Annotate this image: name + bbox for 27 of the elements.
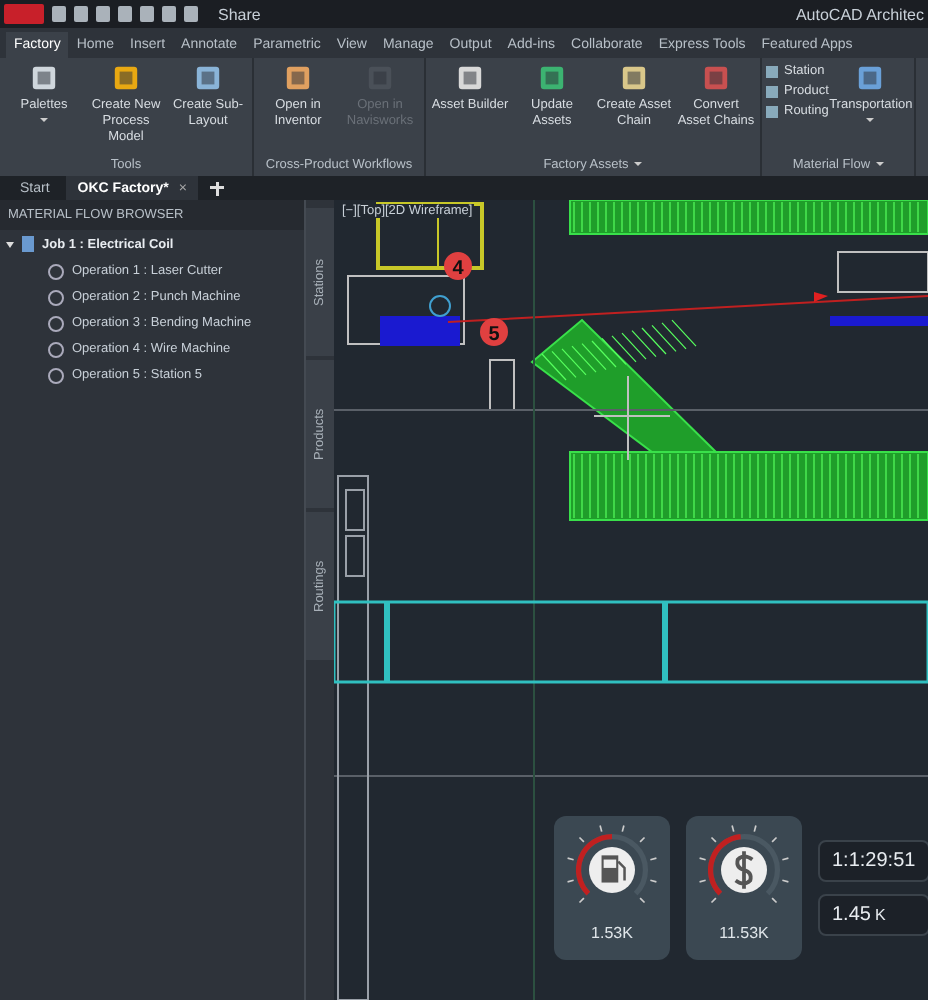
tool-icon: [454, 62, 486, 94]
gauge-value: 11.53K: [719, 924, 769, 942]
caret-icon: [40, 118, 48, 122]
station-outline: [489, 359, 515, 411]
readout-value: 1:1:29:51: [832, 850, 916, 872]
tool-icon: [110, 62, 142, 94]
caret-icon: [866, 118, 875, 122]
app-logo-icon[interactable]: [4, 4, 44, 24]
marker-pin: 5: [480, 318, 508, 346]
window-title: AutoCAD Architec: [795, 5, 924, 23]
gauge-value: 1.53K: [591, 924, 633, 942]
machine-drawing: [347, 275, 465, 346]
tool-icon: [192, 62, 224, 94]
tool-icon: [854, 62, 887, 94]
arrow-icon: [814, 292, 828, 302]
crosshair-icon: [593, 375, 671, 461]
tool-icon: [282, 62, 314, 94]
marker-pin: 4: [444, 252, 472, 280]
share-button[interactable]: Share: [218, 5, 261, 23]
tool-icon: [536, 62, 568, 94]
rack-drawing: [830, 251, 928, 326]
tool-icon: [28, 62, 60, 94]
tool-icon: [700, 62, 732, 94]
unit-label: K: [874, 906, 886, 924]
new-tab-icon[interactable]: [210, 181, 225, 195]
readout-value: 1.45: [832, 904, 871, 926]
tool-icon: [618, 62, 650, 94]
